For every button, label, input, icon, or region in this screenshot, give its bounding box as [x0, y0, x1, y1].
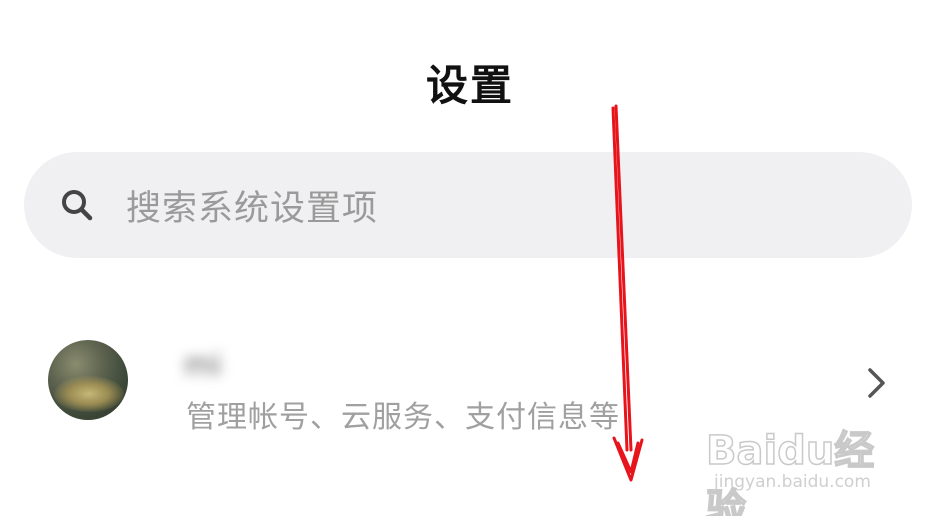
account-name: mi	[184, 348, 222, 383]
annotation-arrow	[611, 104, 644, 482]
watermark: Baidu经验 jingyan.baidu.com	[705, 418, 884, 516]
account-subtitle: 管理帐号、云服务、支付信息等	[186, 400, 620, 435]
search-icon	[58, 186, 96, 224]
search-input[interactable]: 搜索系统设置项	[126, 180, 378, 231]
watermark-logo: Baidu经验	[705, 427, 875, 516]
settings-screen: 设置 搜索系统设置项 mi 管理帐号、云服务、支付信息等 Baidu经验 jin…	[0, 0, 926, 516]
page-title: 设置	[425, 61, 514, 110]
avatar	[48, 340, 128, 420]
watermark-url: jingyan.baidu.com	[714, 472, 871, 492]
search-bar[interactable]: 搜索系统设置项	[24, 152, 912, 258]
chevron-right-icon	[864, 366, 890, 400]
